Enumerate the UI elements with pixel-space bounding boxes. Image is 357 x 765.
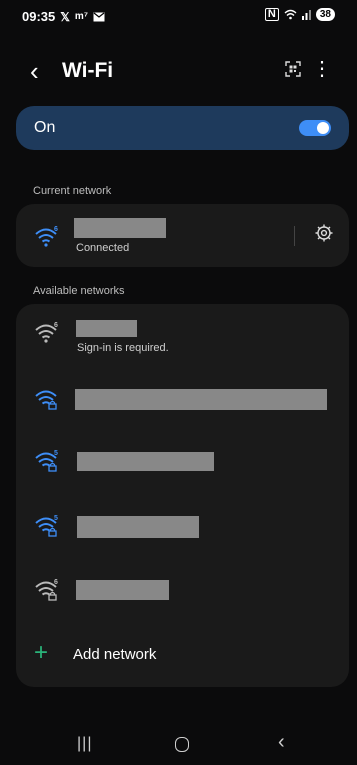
redacted-network-name [75, 389, 327, 410]
signal-bars-icon [301, 10, 311, 20]
status-bar-right: N 38 [264, 8, 335, 21]
nfc-icon: N [264, 8, 279, 21]
wifi-version-badge: 6 [54, 322, 58, 329]
list-item[interactable] [16, 368, 349, 430]
recent-apps-icon[interactable]: ||| [77, 735, 92, 753]
plus-icon[interactable]: + [34, 641, 48, 665]
wifi-switch[interactable] [299, 120, 331, 136]
redacted-network-name [76, 580, 169, 600]
current-network-card[interactable]: 6 Connected [16, 204, 349, 267]
list-item[interactable]: 6 Sign-in is required. [16, 304, 349, 366]
wifi-status-icon [284, 9, 297, 20]
status-bar-left: 09:35 𝕏 m⁷ [22, 9, 105, 24]
home-icon[interactable] [175, 737, 189, 752]
battery-indicator: 38 [315, 8, 335, 21]
add-network-button[interactable]: Add network [73, 646, 156, 663]
signal-arrow-icon: m⁷ [74, 11, 88, 22]
divider [294, 226, 295, 246]
qr-scan-icon[interactable] [285, 61, 301, 77]
clock: 09:35 [22, 9, 56, 24]
redacted-network-name [74, 218, 166, 238]
app-header: ‹ Wi-Fi ⋮ [0, 55, 357, 91]
wifi-version-badge: 5 [54, 515, 58, 522]
network-status: Sign-in is required. [77, 342, 169, 354]
redacted-network-name [77, 516, 199, 538]
system-nav-bar: ||| ‹ [0, 725, 357, 765]
list-item[interactable]: 5 [16, 430, 349, 492]
wifi-toggle-card[interactable]: On [16, 106, 349, 150]
more-options-icon[interactable]: ⋮ [312, 59, 332, 79]
switch-knob [317, 122, 329, 134]
available-networks-card: 6 Sign-in is required. 5 5 6 + Add netwo… [16, 304, 349, 687]
available-networks-section-label: Available networks [33, 285, 125, 297]
redacted-network-name [76, 320, 137, 337]
gear-icon[interactable] [315, 224, 333, 242]
redacted-network-name [77, 452, 214, 471]
x-icon: 𝕏 [60, 9, 70, 24]
wifi-toggle-label: On [34, 119, 56, 136]
wifi-version-badge: 6 [54, 579, 58, 586]
mail-icon [93, 12, 105, 21]
connection-status: Connected [76, 242, 130, 254]
nav-back-icon[interactable]: ‹ [278, 731, 285, 754]
page-title: Wi-Fi [62, 59, 114, 82]
list-item[interactable]: 5 [16, 492, 349, 554]
wifi-locked-icon [35, 390, 57, 410]
wifi-version-badge: 5 [54, 450, 58, 457]
current-network-section-label: Current network [33, 185, 112, 197]
status-bar: 09:35 𝕏 m⁷ N 38 [0, 0, 357, 34]
wifi-version-badge: 6 [54, 226, 58, 233]
list-item[interactable]: 6 [16, 554, 349, 616]
back-icon[interactable]: ‹ [30, 58, 39, 84]
